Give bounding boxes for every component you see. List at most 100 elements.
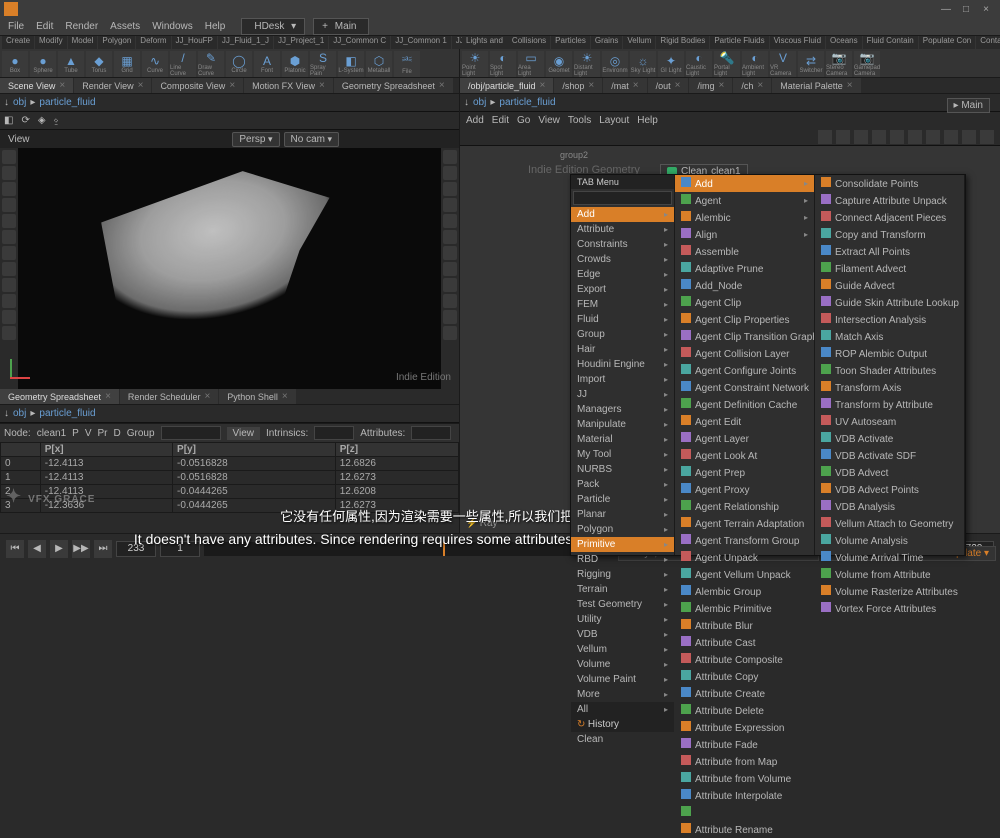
tab-menu-item[interactable]: Attribute Interpolate [675, 787, 814, 804]
shelf-tab[interactable]: Vellum [623, 36, 655, 49]
viewport[interactable]: View Persp ▾ No cam ▾ Indie Edition [0, 130, 459, 389]
net-tool-icon[interactable] [908, 130, 922, 144]
shelf-icon[interactable]: 📷Gamepad Camera [854, 51, 880, 77]
shelf-tab[interactable]: JJ_Fluid_1_J [218, 36, 273, 49]
pane-tab[interactable]: /ch× [733, 78, 771, 93]
tab-menu-item[interactable]: Attribute from Volume [675, 770, 814, 787]
pane-tab[interactable]: /mat× [603, 78, 646, 93]
persp-dropdown[interactable]: Persp ▾ [232, 132, 279, 147]
tab-menu-item[interactable]: Managers▸ [571, 402, 674, 417]
net-path-obj[interactable]: obj [473, 97, 486, 108]
main-chip[interactable]: ▸ Main [947, 98, 991, 113]
tool-icon[interactable] [2, 262, 16, 276]
tab-menu-item[interactable]: Agent Layer [675, 430, 814, 447]
tab-menu-item[interactable]: Add▸ [675, 175, 814, 192]
tab-menu-item[interactable]: Attribute▸ [571, 222, 674, 237]
tab-menu-item[interactable]: Agent Look At [675, 447, 814, 464]
tab-menu-item[interactable]: Volume Analysis [815, 532, 964, 549]
tab-menu-item[interactable]: Utility▸ [571, 612, 674, 627]
tab-menu-item[interactable]: Planar▸ [571, 507, 674, 522]
tool-icon[interactable] [2, 182, 16, 196]
tool-icon[interactable] [443, 262, 457, 276]
tab-menu-item[interactable]: Alembic Primitive [675, 600, 814, 617]
tab-menu-item[interactable]: Fluid▸ [571, 312, 674, 327]
path-particle-fluid[interactable]: particle_fluid [39, 97, 95, 108]
shelf-tab[interactable]: Modify [35, 36, 67, 49]
tool-icon[interactable] [443, 278, 457, 292]
frame-input[interactable] [116, 541, 156, 557]
first-frame-button[interactable]: ⏮ [6, 540, 24, 558]
shelf-tab[interactable]: Particles [551, 36, 590, 49]
view-toolbar-icon[interactable]: ◈ [38, 115, 46, 126]
tab-menu-item[interactable]: Agent Constraint Network [675, 379, 814, 396]
table-row[interactable]: 1-12.4113-0.051682812.6273 [1, 471, 459, 485]
geo-table[interactable]: P[x]P[y]P[z]0-12.4113-0.051682812.68261-… [0, 442, 459, 533]
tab-menu-item[interactable]: Connect Adjacent Pieces [815, 209, 964, 226]
start-frame-input[interactable] [160, 541, 200, 557]
tab-menu-item[interactable]: Vortex Force Attributes [815, 600, 964, 617]
menu-render[interactable]: Render [61, 21, 102, 32]
tab-menu-item[interactable]: FEM▸ [571, 297, 674, 312]
tab-menu-item[interactable]: VDB▸ [571, 627, 674, 642]
tab-menu-item[interactable]: Capture Attribute Unpack [815, 192, 964, 209]
tab-menu-item[interactable]: Particle▸ [571, 492, 674, 507]
shelf-icon[interactable]: ☼Sky Light [630, 51, 656, 77]
shelf-icon[interactable]: ⎃File [394, 51, 420, 77]
shelf-icon[interactable]: ◉Geomet [546, 51, 572, 77]
shelf-tab[interactable]: Fluid Contain [863, 36, 918, 49]
tab-menu-item[interactable]: Agent Prep [675, 464, 814, 481]
menu-edit[interactable]: Edit [32, 21, 57, 32]
tab-menu-item[interactable]: VDB Analysis [815, 498, 964, 515]
tab-menu-item[interactable]: Assemble [675, 243, 814, 260]
prev-frame-button[interactable]: ◀ [28, 540, 46, 558]
tab-menu-item[interactable]: Attribute from Map [675, 753, 814, 770]
pane-tab[interactable]: Geometry Spreadsheet× [0, 389, 119, 404]
mode-d[interactable]: D [114, 428, 121, 439]
net-menu-item[interactable]: Edit [492, 115, 509, 126]
net-menu-item[interactable]: View [538, 115, 560, 126]
tab-menu-item[interactable]: Volume Paint▸ [571, 672, 674, 687]
tab-menu-item[interactable]: Agent Proxy [675, 481, 814, 498]
pane-tab[interactable]: /shop× [554, 78, 602, 93]
spread-path-bar[interactable]: ↓ obj ▸ particle_fluid [0, 405, 459, 423]
tab-menu-item[interactable]: Vellum Attach to Geometry [815, 515, 964, 532]
tab-menu-item[interactable]: Alembic Group [675, 583, 814, 600]
tab-menu-item[interactable]: Alembic▸ [675, 209, 814, 226]
tab-menu-item[interactable]: UV Autoseam [815, 413, 964, 430]
net-tool-icon[interactable] [854, 130, 868, 144]
attributes-input[interactable] [411, 426, 451, 440]
playhead[interactable] [443, 542, 445, 556]
view-toolbar-icon[interactable]: ⍚ [54, 115, 60, 126]
tab-menu-item[interactable]: Intersection Analysis [815, 311, 964, 328]
pane-tab[interactable]: Python Shell× [219, 389, 295, 404]
shelf-tab[interactable]: Viscous Fluid [770, 36, 825, 49]
net-menu-item[interactable]: Tools [568, 115, 591, 126]
tab-menu-item[interactable]: Adaptive Prune [675, 260, 814, 277]
shelf-icon[interactable]: VVR Camera [770, 51, 796, 77]
shelf-tab[interactable]: Oceans [826, 36, 862, 49]
shelf-icon[interactable]: ⇄Switcher [798, 51, 824, 77]
shelf-icon[interactable]: ⬡Metaball [366, 51, 392, 77]
net-tool-icon[interactable] [980, 130, 994, 144]
net-tool-icon[interactable] [872, 130, 886, 144]
net-menu-item[interactable]: Layout [599, 115, 629, 126]
pane-tab[interactable]: Motion FX View× [244, 78, 333, 93]
tool-icon[interactable] [443, 326, 457, 340]
tab-menu-item[interactable]: Agent Terrain Adaptation [675, 515, 814, 532]
play-button[interactable]: ▶ [50, 540, 68, 558]
tab-menu-item[interactable]: Test Geometry▸ [571, 597, 674, 612]
shelf-icon[interactable]: 🔦Portal Light [714, 51, 740, 77]
tab-menu-item[interactable] [675, 804, 814, 821]
tab-menu-item[interactable]: Attribute Rename [675, 821, 814, 838]
tab-menu-item[interactable]: Volume▸ [571, 657, 674, 672]
pane-tab[interactable]: Material Palette× [772, 78, 860, 93]
net-tool-icon[interactable] [962, 130, 976, 144]
network-view[interactable]: group2 Indie Edition Geometry Clean clea… [460, 146, 1000, 533]
hdesk-dropdown[interactable]: HDesk ▾ [241, 18, 305, 35]
shelf-tab[interactable]: Rigid Bodies [656, 36, 709, 49]
tab-menu-item[interactable]: Attribute Copy [675, 668, 814, 685]
tab-menu-history-item[interactable]: Clean [571, 732, 674, 747]
net-tool-icon[interactable] [836, 130, 850, 144]
tab-menu-item[interactable]: Extract All Points [815, 243, 964, 260]
tool-icon[interactable] [2, 246, 16, 260]
